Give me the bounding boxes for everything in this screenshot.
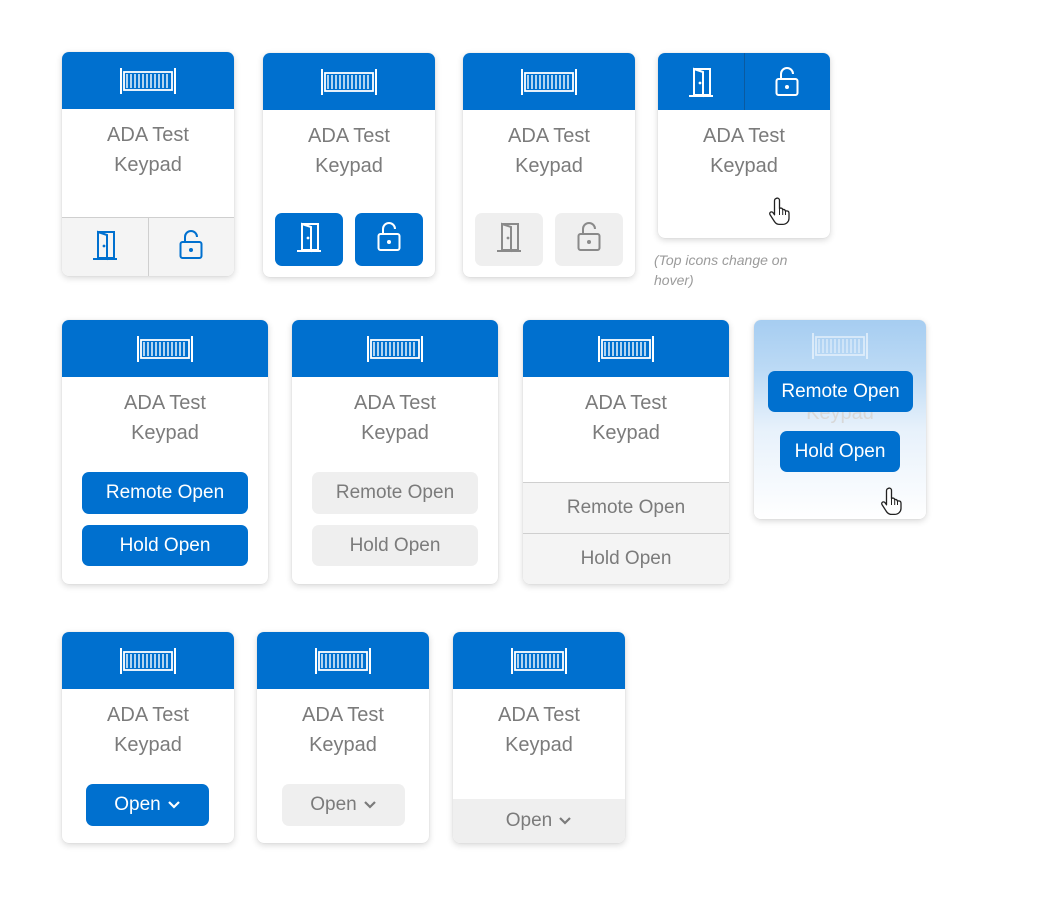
keypad-name: ADA Test Keypad [585,392,667,444]
door-button[interactable] [275,213,343,266]
card-header[interactable] [292,320,498,377]
keypad-name: ADA Test Keypad [302,704,384,756]
gate-icon [117,66,179,96]
remote-open-button[interactable]: Remote Open [312,472,478,514]
open-dropdown-bar[interactable]: Open [453,799,625,843]
keypad-card-icon-buttons: ADA Test Keypad [263,53,435,277]
chevron-down-icon [167,794,181,816]
gate-icon [809,331,871,366]
keypad-card-open-dropdown: ADA Test Keypad Open [62,632,234,843]
keypad-card-text-buttons: ADA Test Keypad Remote Open Hold Open [62,320,268,584]
icon-action-bar [62,217,234,276]
gate-icon [508,646,570,676]
unlock-icon [376,221,402,258]
unlock-icon [178,229,204,266]
keypad-card-stacked-rows: ADA Test Keypad Remote Open Hold Open [523,320,729,584]
gate-icon [134,334,196,364]
open-dropdown-button[interactable]: Open [86,784,209,826]
keypad-name: ADA Test Keypad [107,124,189,176]
keypad-name: ADA Test Keypad [703,125,785,177]
unlock-icon [576,221,602,258]
gate-icon [518,67,580,97]
remote-open-button[interactable]: Remote Open [82,472,248,514]
door-button[interactable] [62,218,148,276]
gate-icon [312,646,374,676]
keypad-name: ADA Test Keypad [124,392,206,444]
hold-open-button[interactable]: Hold Open [312,525,478,566]
gate-icon [117,646,179,676]
card-header[interactable] [463,53,635,110]
door-button[interactable] [475,213,543,266]
unlock-button[interactable] [147,218,235,276]
card-header-faded [754,320,926,377]
gate-icon [595,334,657,364]
door-icon [294,221,324,258]
remote-open-button[interactable]: Remote Open [768,371,913,412]
card-header[interactable] [62,52,234,109]
card-header[interactable] [62,632,234,689]
unlock-button[interactable] [743,53,831,110]
card-header[interactable] [263,53,435,110]
keypad-card-icon-buttons-disabled: ADA Test Keypad [463,53,635,277]
door-icon [494,221,524,258]
door-icon [686,66,716,98]
keypad-card-open-dropdown-disabled: ADA Test Keypad Open [257,632,429,843]
card-header[interactable] [257,632,429,689]
door-icon [90,229,120,266]
card-header-split [658,53,830,110]
keypad-card-hover-overlay: Keypad Remote Open Hold Open [754,320,926,519]
keypad-name: ADA Test Keypad [498,704,580,756]
gate-icon [364,334,426,364]
unlock-button[interactable] [355,213,423,266]
chevron-down-icon [363,794,377,816]
chevron-down-icon [558,810,572,832]
keypad-name: ADA Test Keypad [354,392,436,444]
remote-open-row[interactable]: Remote Open [523,482,729,533]
keypad-card-hover-icons: ADA Test Keypad [658,53,830,238]
hold-open-row[interactable]: Hold Open [523,533,729,584]
hand-cursor-icon [880,486,906,519]
keypad-name: ADA Test Keypad [308,125,390,177]
unlock-icon [774,66,800,98]
hold-open-button[interactable]: Hold Open [780,431,900,472]
hand-cursor-icon [768,196,794,231]
keypad-card-text-buttons-disabled: ADA Test Keypad Remote Open Hold Open [292,320,498,584]
unlock-button[interactable] [555,213,623,266]
hold-open-button[interactable]: Hold Open [82,525,248,566]
keypad-card-icon-bar: ADA Test Keypad [62,52,234,276]
card-header[interactable] [453,632,625,689]
open-dropdown-button[interactable]: Open [282,784,405,826]
hover-note: (Top icons change on hover) [654,252,788,288]
keypad-name: ADA Test Keypad [107,704,189,756]
keypad-card-open-bar: ADA Test Keypad Open [453,632,625,843]
door-button[interactable] [658,53,744,110]
keypad-name: ADA Test Keypad [508,125,590,177]
card-header[interactable] [523,320,729,377]
card-header[interactable] [62,320,268,377]
gate-icon [318,67,380,97]
